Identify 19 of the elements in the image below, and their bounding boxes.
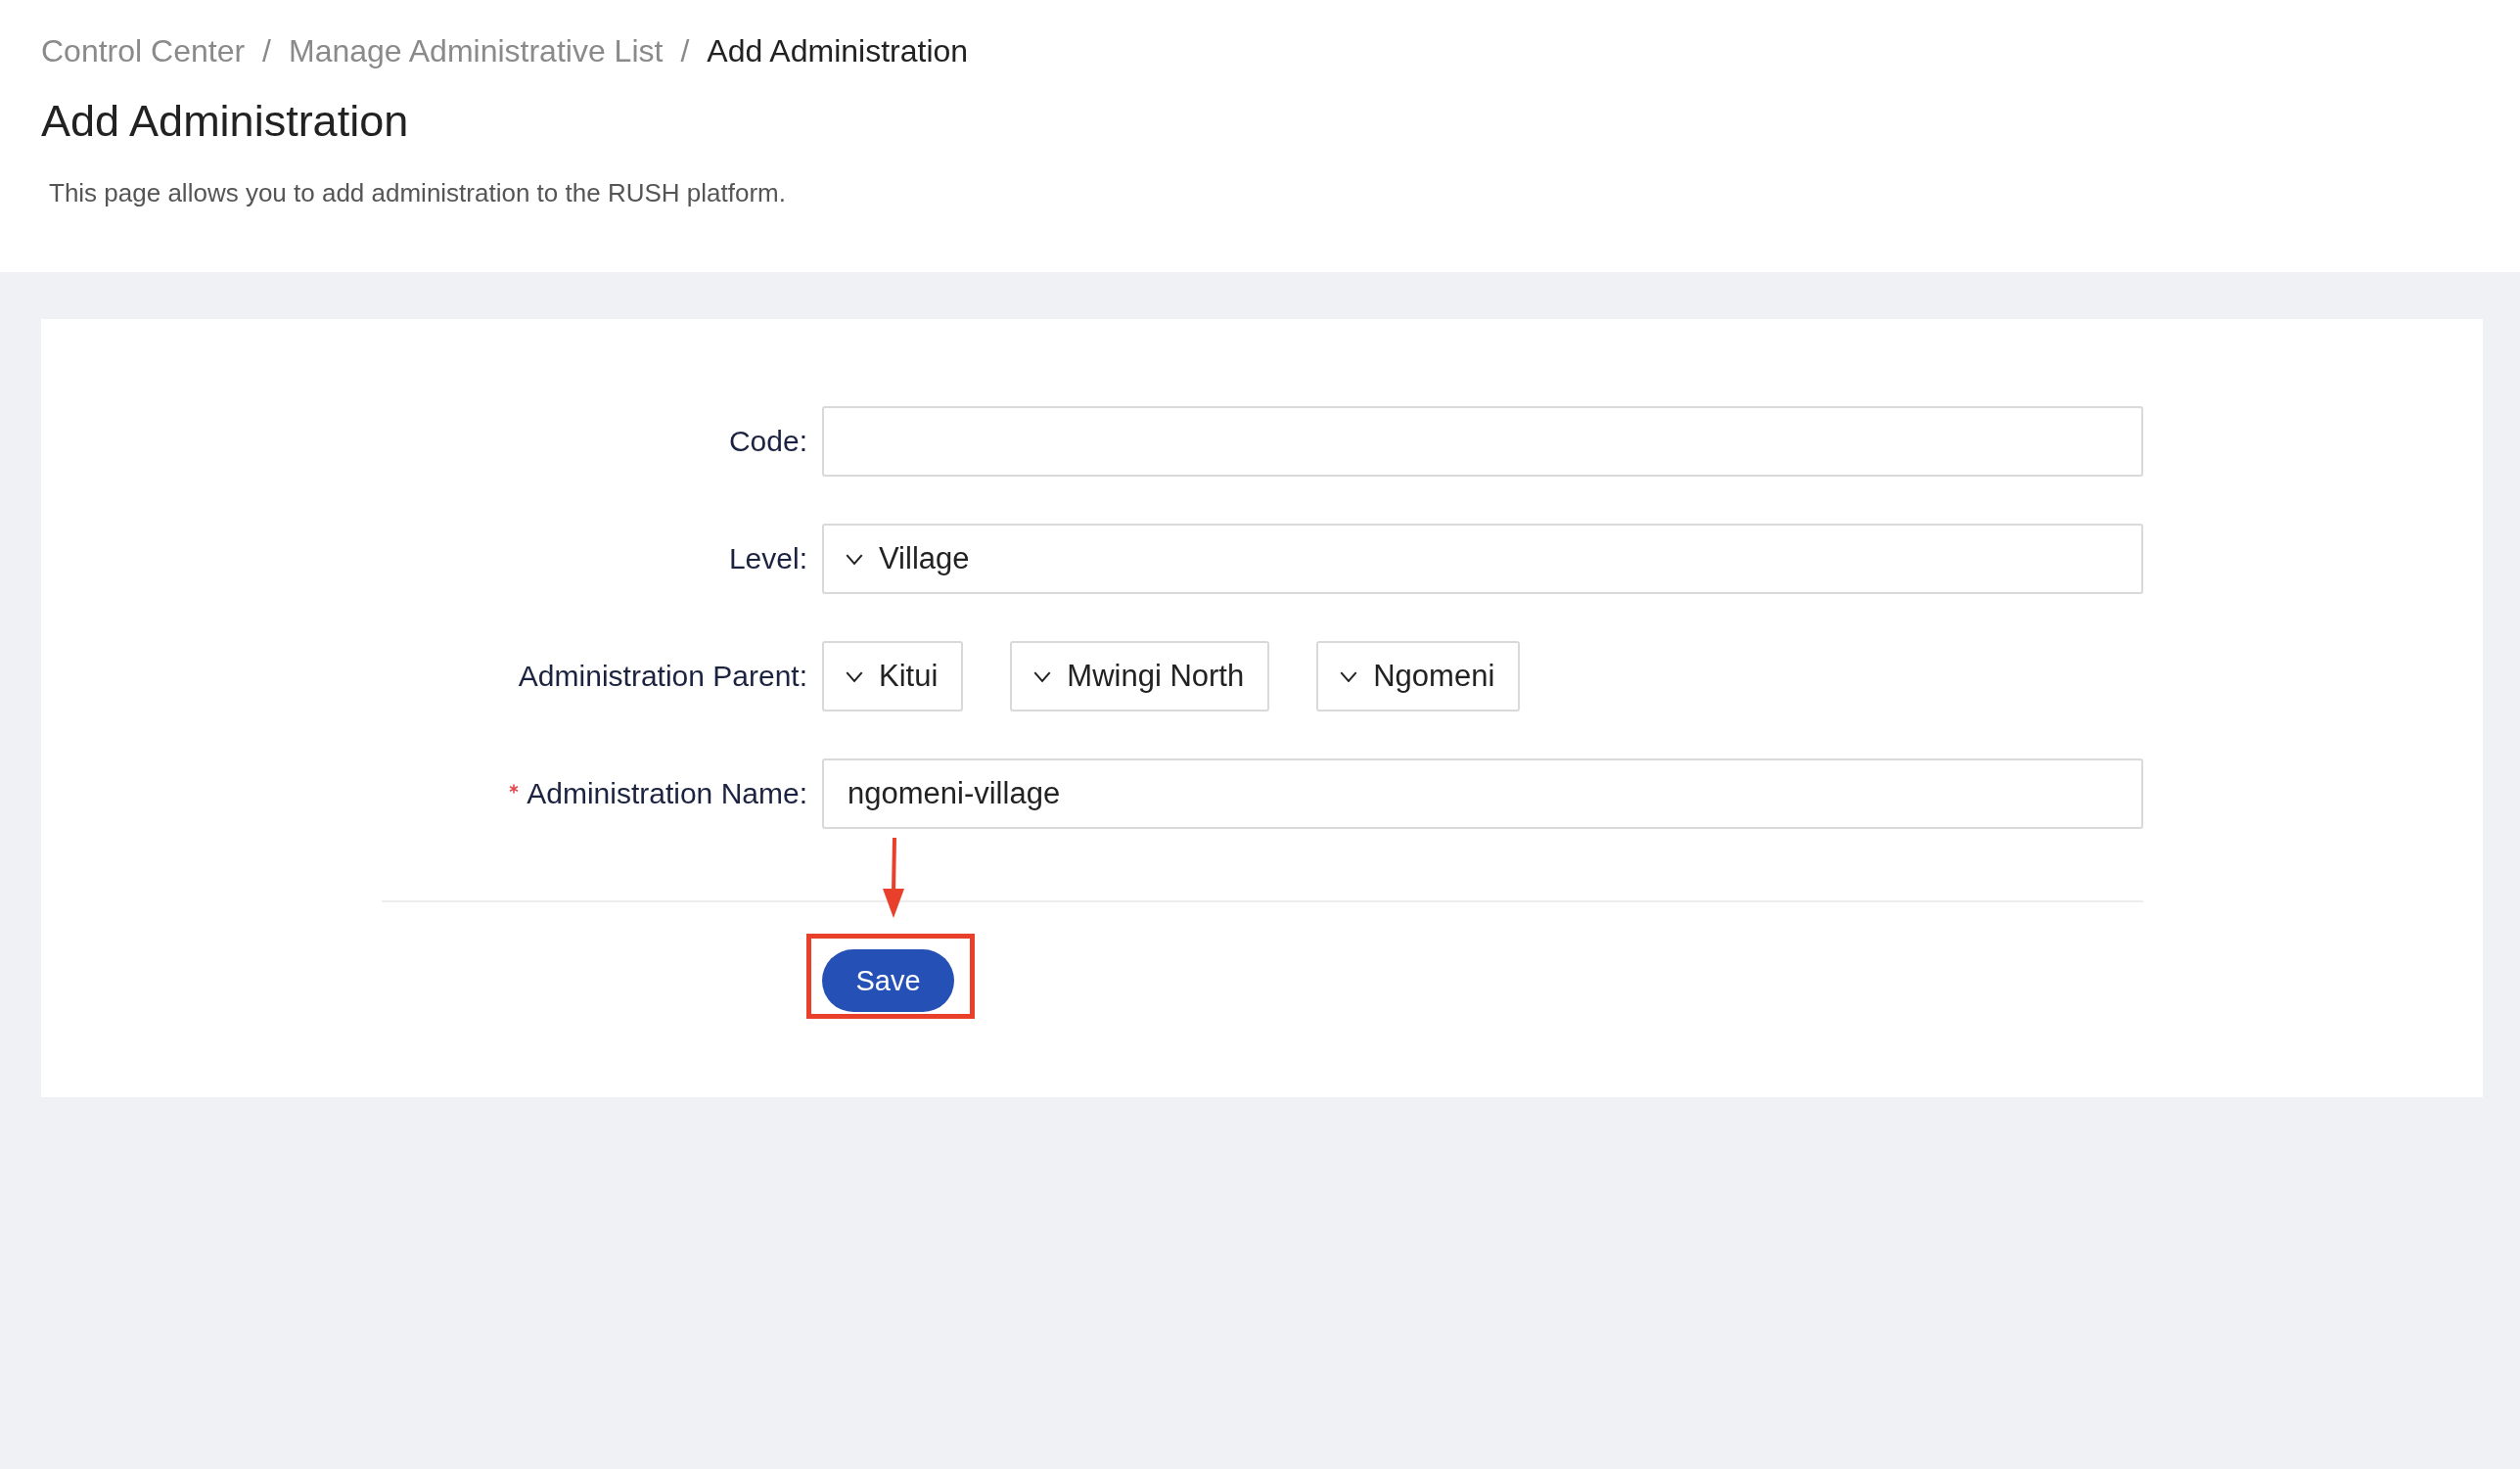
field-label: Administration Parent: bbox=[518, 660, 807, 693]
field-label: Code: bbox=[728, 425, 807, 458]
chevron-down-icon bbox=[846, 553, 863, 565]
save-button[interactable]: Save bbox=[822, 949, 954, 1012]
input-field[interactable]: ngomeni-village bbox=[822, 758, 2143, 829]
select-field[interactable]: Mwingi North bbox=[1010, 641, 1270, 712]
field-label: Administration Name: bbox=[527, 777, 807, 810]
input-field[interactable] bbox=[822, 406, 2143, 477]
field-label: Level: bbox=[728, 542, 807, 575]
chevron-down-icon bbox=[846, 670, 863, 682]
chevron-down-icon bbox=[1033, 670, 1052, 682]
page-title: Add Administration bbox=[41, 95, 410, 148]
select-field[interactable]: Kitui bbox=[822, 641, 964, 712]
chevron-down-icon bbox=[1340, 670, 1358, 682]
page-description: This page allows you to add administration to the RUSH platform. bbox=[49, 177, 787, 209]
breadcrumb-separator: / bbox=[680, 32, 690, 70]
breadcrumb-separator: / bbox=[262, 32, 271, 70]
select-field[interactable]: Village bbox=[822, 524, 2143, 594]
select-field[interactable]: Ngomeni bbox=[1316, 641, 1521, 712]
